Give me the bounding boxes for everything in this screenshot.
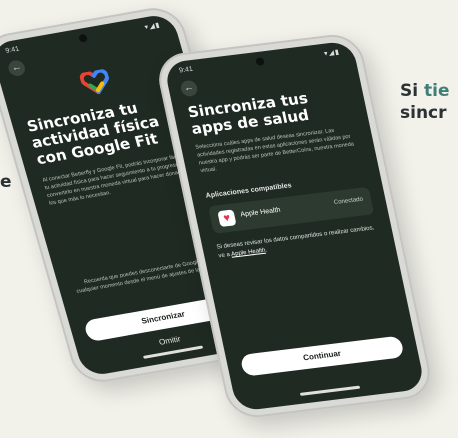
side-caption-line2: sincr bbox=[400, 103, 447, 123]
home-indicator bbox=[299, 385, 360, 396]
status-time: 9:41 bbox=[4, 45, 21, 55]
app-status-badge: Conectado bbox=[333, 196, 364, 207]
apple-health-link[interactable]: Apple Health bbox=[231, 248, 266, 258]
back-arrow-icon[interactable]: ← bbox=[6, 59, 27, 78]
side-caption-highlight: tie bbox=[424, 81, 450, 101]
side-caption-left: e bbox=[0, 172, 12, 192]
google-fit-heart-icon bbox=[79, 68, 109, 95]
continue-button[interactable]: Continuar bbox=[239, 335, 405, 377]
side-caption-prefix: Si bbox=[400, 81, 424, 101]
app-name: Apple Health bbox=[239, 206, 282, 219]
status-icons: ▾◢▮ bbox=[323, 48, 341, 58]
apple-health-heart-icon: ♥ bbox=[217, 209, 237, 228]
note-suffix: . bbox=[264, 247, 268, 254]
back-arrow-icon[interactable]: ← bbox=[179, 79, 199, 98]
side-caption-right: Si tie sincr bbox=[400, 80, 449, 124]
status-icons: ▾◢▮ bbox=[143, 21, 162, 32]
status-time: 9:41 bbox=[178, 65, 194, 75]
